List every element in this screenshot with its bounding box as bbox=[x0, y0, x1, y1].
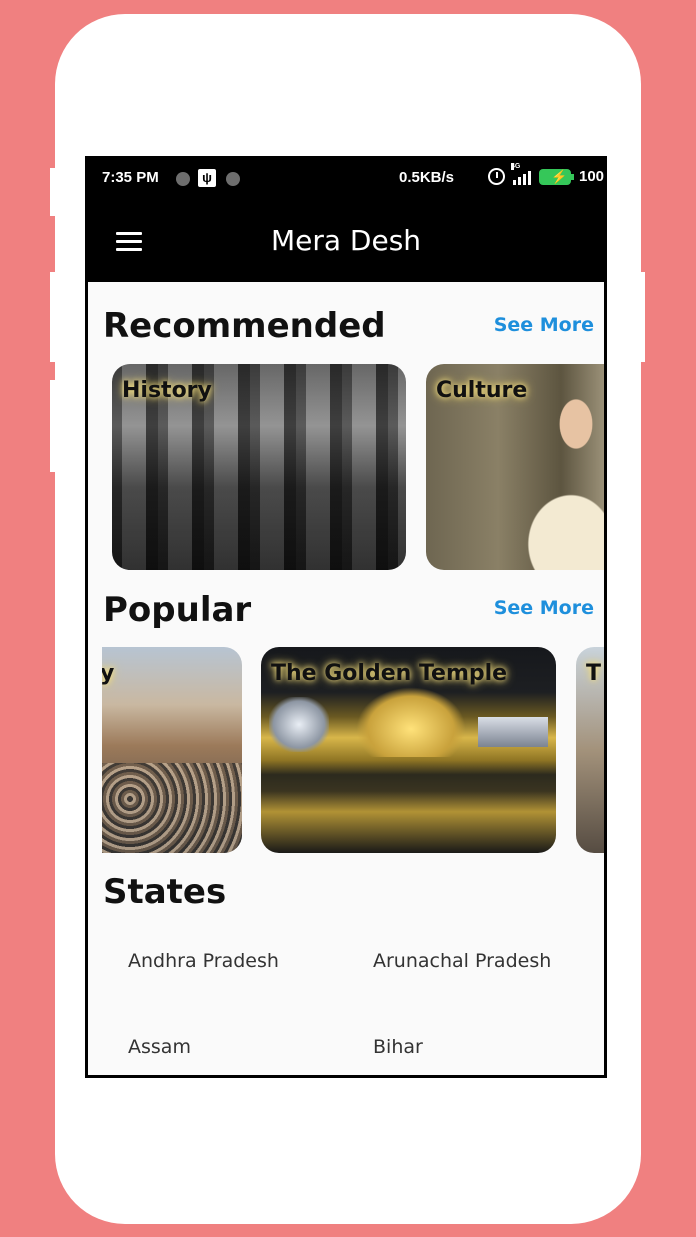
popular-card-next[interactable]: T bbox=[576, 647, 604, 853]
state-item-bihar[interactable]: Bihar bbox=[373, 1036, 423, 1058]
popular-card-golden-temple[interactable]: The Golden Temple bbox=[261, 647, 556, 853]
network-speed: 0.5KB/s bbox=[399, 169, 455, 186]
card-label: Culture bbox=[436, 378, 528, 403]
main-content[interactable]: Recommended See More History Culture Pop… bbox=[88, 282, 604, 1075]
popular-see-more-link[interactable]: See More bbox=[494, 597, 594, 619]
crowd-image bbox=[102, 763, 242, 853]
state-item-assam[interactable]: Assam bbox=[128, 1036, 191, 1058]
card-label: History bbox=[122, 378, 212, 403]
card-label: y bbox=[102, 661, 115, 686]
battery-charging-icon: ⚡ bbox=[539, 168, 574, 185]
phone-screen: 7:35 PM ψ 0.5KB/s 4G ⚡ 100% Mera Desh bbox=[85, 156, 607, 1078]
recommended-see-more-link[interactable]: See More bbox=[494, 314, 594, 336]
battery-percent: 100% bbox=[579, 168, 604, 185]
state-item-arunachal-pradesh[interactable]: Arunachal Pradesh bbox=[373, 950, 551, 972]
popular-title: Popular bbox=[103, 590, 252, 630]
status-bar: 7:35 PM ψ 0.5KB/s 4G ⚡ 100% bbox=[88, 156, 604, 200]
recommended-card-history[interactable]: History bbox=[112, 364, 406, 570]
state-item-andhra-pradesh[interactable]: Andhra Pradesh bbox=[128, 950, 279, 972]
recommended-title: Recommended bbox=[103, 306, 386, 346]
app-bar: Mera Desh bbox=[88, 200, 604, 282]
card-label: The Golden Temple bbox=[271, 661, 508, 686]
popular-card-ghat[interactable]: y bbox=[102, 647, 242, 853]
card-label: T bbox=[586, 661, 602, 686]
app-title: Mera Desh bbox=[270, 224, 422, 257]
network-type: 4G bbox=[511, 162, 521, 170]
signal-icon: 4G bbox=[511, 162, 531, 185]
status-time: 7:35 PM bbox=[102, 169, 159, 186]
building-image bbox=[478, 717, 548, 747]
recommended-card-culture[interactable]: Culture bbox=[426, 364, 604, 570]
usb-icon: ψ bbox=[198, 169, 216, 187]
states-title: States bbox=[103, 872, 227, 912]
notification-dot-icon bbox=[176, 172, 190, 186]
alarm-icon bbox=[488, 168, 505, 185]
notification-dot-icon bbox=[226, 172, 240, 186]
building-image bbox=[269, 697, 329, 752]
temple-image bbox=[356, 687, 466, 757]
